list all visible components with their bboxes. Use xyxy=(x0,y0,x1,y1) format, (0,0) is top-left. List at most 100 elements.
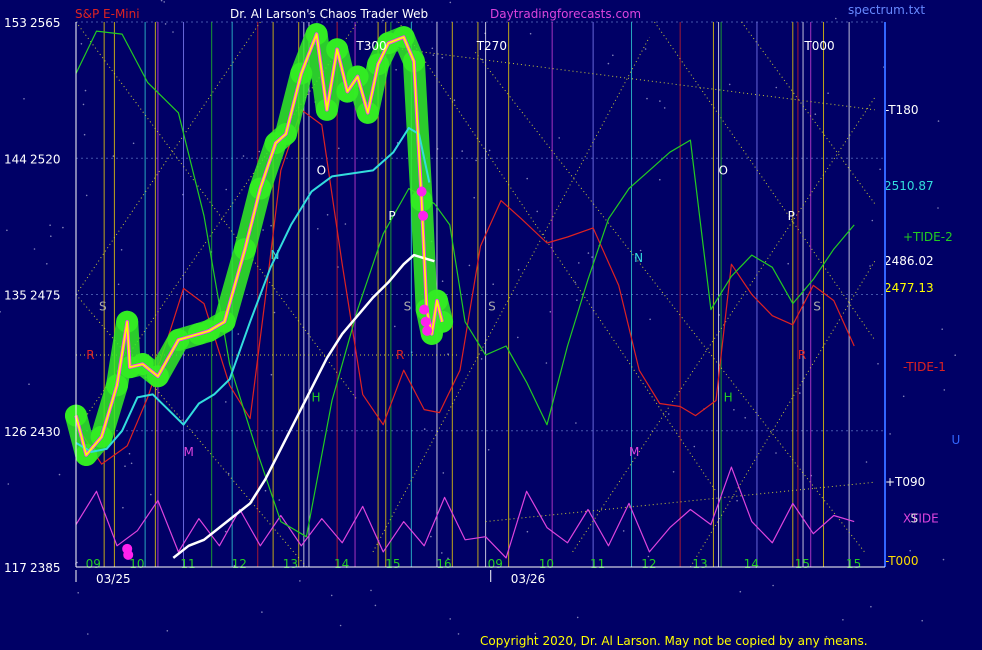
x-hour-tick-label: 14 xyxy=(744,557,759,571)
y-tick-price-label: 2475 xyxy=(30,289,61,303)
star-dot xyxy=(869,265,871,267)
y-tick-left-label: 135 xyxy=(4,289,27,303)
star-dot xyxy=(23,98,25,100)
star-dot xyxy=(164,23,167,25)
star-dot xyxy=(395,69,397,71)
star-dot xyxy=(270,373,273,376)
star-dot xyxy=(370,589,372,592)
star-dot xyxy=(644,48,647,50)
price-value-label: 2510.87 xyxy=(884,179,934,193)
star-dot xyxy=(871,219,874,222)
planet-letter-label: N xyxy=(271,248,280,262)
series-name-label: XTIDE xyxy=(903,512,939,526)
star-dot xyxy=(117,283,120,286)
planet-letter-label: S xyxy=(813,300,821,314)
star-dot xyxy=(475,159,477,162)
time-marker-label: T300 xyxy=(355,39,386,53)
star-dot xyxy=(921,619,923,622)
planet-letter-label: P xyxy=(788,209,795,223)
star-dot xyxy=(82,103,85,106)
star-dot xyxy=(258,150,261,153)
x-hour-tick-label: 16 xyxy=(436,557,451,571)
star-dot xyxy=(49,224,51,226)
series-name-label: -TIDE-1 xyxy=(903,360,946,374)
spectrum-file: spectrum.txt xyxy=(848,3,925,17)
star-dot xyxy=(549,311,552,313)
star-dot xyxy=(877,363,879,365)
planet-letter-label: R xyxy=(396,348,404,362)
star-dot xyxy=(576,299,578,302)
star-dot xyxy=(529,32,532,35)
planet-letter-label: H xyxy=(312,390,321,404)
star-dot xyxy=(667,413,670,415)
planet-letter-label: M xyxy=(629,445,639,459)
y-tick-left-label: 126 xyxy=(4,425,27,439)
star-dot xyxy=(663,107,666,109)
planet-letter-label: N xyxy=(634,251,643,265)
planet-letter-label: H xyxy=(724,390,733,404)
star-dot xyxy=(77,592,79,594)
time-marker-label: -T180 xyxy=(885,103,918,117)
star-dot xyxy=(299,580,301,582)
turning-point-dot xyxy=(420,316,431,327)
x-hour-tick-label: 15 xyxy=(385,557,400,571)
star-dot xyxy=(558,137,560,139)
turning-point-dot xyxy=(416,186,427,197)
star-dot xyxy=(646,97,648,100)
y-tick-left-label: 117 xyxy=(4,561,27,575)
star-dot xyxy=(775,86,778,89)
star-dot xyxy=(607,62,610,65)
star-dot xyxy=(578,262,580,264)
star-dot xyxy=(166,630,169,632)
star-dot xyxy=(461,150,464,152)
star-dot xyxy=(50,235,52,237)
star-dot xyxy=(744,417,746,419)
planet-letter-label: S xyxy=(911,512,919,526)
chaos-trader-chart: 153 2565 144 2520 135 2475 126 2430 117 2385 09 10 1… xyxy=(0,0,982,650)
star-dot xyxy=(261,611,263,613)
star-dot xyxy=(344,223,347,225)
star-dot xyxy=(374,604,377,607)
star-dot xyxy=(338,147,340,150)
star-dot xyxy=(442,472,445,474)
star-dot xyxy=(672,471,675,473)
star-dot xyxy=(264,489,267,492)
copyright-notice: Copyright 2020, Dr. Al Larson. May not b… xyxy=(480,634,868,648)
star-dot xyxy=(87,633,89,635)
star-dot xyxy=(827,92,829,94)
star-dot xyxy=(649,318,651,321)
star-dot xyxy=(517,336,519,339)
star-dot xyxy=(622,530,625,532)
star-dot xyxy=(6,229,8,232)
star-dot xyxy=(441,56,444,59)
star-dot xyxy=(775,452,777,454)
star-dot xyxy=(814,113,817,115)
star-dot xyxy=(430,535,432,538)
x-hour-tick-label: 13 xyxy=(283,557,298,571)
star-dot xyxy=(526,177,528,180)
x-hour-tick-label: 12 xyxy=(232,557,247,571)
star-dot xyxy=(937,207,939,209)
star-dot xyxy=(453,99,456,101)
price-value-label: 2486.02 xyxy=(884,254,934,268)
star-dot xyxy=(942,558,945,561)
star-dot xyxy=(943,389,946,391)
star-dot xyxy=(835,17,837,20)
star-dot xyxy=(941,328,943,331)
star-dot xyxy=(693,445,696,448)
star-dot xyxy=(423,428,426,430)
star-dot xyxy=(574,281,576,284)
star-dot xyxy=(326,214,329,216)
x-hour-tick-label: 11 xyxy=(180,557,195,571)
star-dot xyxy=(172,31,174,33)
star-dot xyxy=(526,530,529,533)
y-tick-price-label: 2430 xyxy=(30,425,61,439)
star-dot xyxy=(317,228,319,230)
time-marker-label: T270 xyxy=(476,39,507,53)
star-dot xyxy=(84,89,87,92)
site-name: Daytradingforecasts.com xyxy=(490,7,641,21)
star-dot xyxy=(492,283,495,286)
star-dot xyxy=(449,618,452,620)
star-dot xyxy=(879,168,881,171)
star-dot xyxy=(457,633,460,635)
